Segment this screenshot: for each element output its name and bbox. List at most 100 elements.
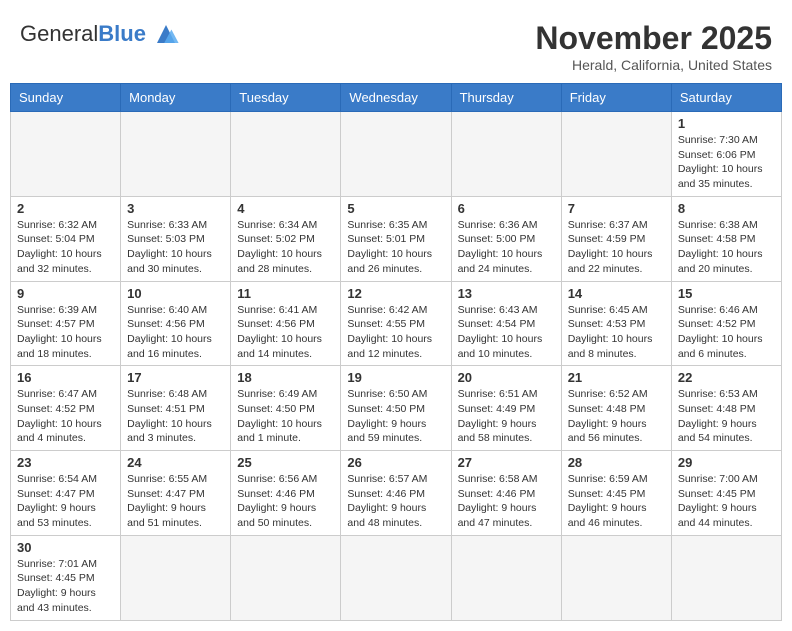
day-of-week-header: Thursday bbox=[451, 84, 561, 112]
day-info: Sunrise: 6:35 AM Sunset: 5:01 PM Dayligh… bbox=[347, 218, 444, 277]
day-number: 14 bbox=[568, 286, 665, 301]
day-of-week-header: Friday bbox=[561, 84, 671, 112]
day-info: Sunrise: 6:34 AM Sunset: 5:02 PM Dayligh… bbox=[237, 218, 334, 277]
calendar-day-cell bbox=[231, 112, 341, 197]
calendar-day-cell: 25 Sunrise: 6:56 AM Sunset: 4:46 PM Dayli… bbox=[231, 451, 341, 536]
day-info: Sunrise: 6:52 AM Sunset: 4:48 PM Dayligh… bbox=[568, 387, 665, 446]
calendar-day-cell: 15 Sunrise: 6:46 AM Sunset: 4:52 PM Dayli… bbox=[671, 281, 781, 366]
calendar-day-cell: 24Sunrise: 6:55 AM Sunset: 4:47 PM Dayli… bbox=[121, 451, 231, 536]
calendar-day-cell: 14 Sunrise: 6:45 AM Sunset: 4:53 PM Dayli… bbox=[561, 281, 671, 366]
calendar-day-cell: 7 Sunrise: 6:37 AM Sunset: 4:59 PM Daylig… bbox=[561, 196, 671, 281]
day-info: Sunrise: 6:39 AM Sunset: 4:57 PM Dayligh… bbox=[17, 303, 114, 362]
calendar-day-cell: 3 Sunrise: 6:33 AM Sunset: 5:03 PM Daylig… bbox=[121, 196, 231, 281]
day-info: Sunrise: 6:47 AM Sunset: 4:52 PM Dayligh… bbox=[17, 387, 114, 446]
day-number: 2 bbox=[17, 201, 114, 216]
day-info: Sunrise: 6:42 AM Sunset: 4:55 PM Dayligh… bbox=[347, 303, 444, 362]
day-number: 20 bbox=[458, 370, 555, 385]
day-info: Sunrise: 6:46 AM Sunset: 4:52 PM Dayligh… bbox=[678, 303, 775, 362]
calendar-day-cell: 8Sunrise: 6:38 AM Sunset: 4:58 PM Daylig… bbox=[671, 196, 781, 281]
calendar-day-cell: 9 Sunrise: 6:39 AM Sunset: 4:57 PM Daylig… bbox=[11, 281, 121, 366]
day-number: 13 bbox=[458, 286, 555, 301]
day-headers: SundayMondayTuesdayWednesdayThursdayFrid… bbox=[11, 84, 782, 112]
logo-text: GeneralBlue bbox=[20, 23, 146, 45]
calendar-day-cell: 4 Sunrise: 6:34 AM Sunset: 5:02 PM Daylig… bbox=[231, 196, 341, 281]
day-info: Sunrise: 6:33 AM Sunset: 5:03 PM Dayligh… bbox=[127, 218, 224, 277]
day-info: Sunrise: 7:00 AM Sunset: 4:45 PM Dayligh… bbox=[678, 472, 775, 531]
calendar-week-row: 1 Sunrise: 7:30 AM Sunset: 6:06 PM Daylig… bbox=[11, 112, 782, 197]
day-number: 26 bbox=[347, 455, 444, 470]
day-number: 9 bbox=[17, 286, 114, 301]
day-number: 22 bbox=[678, 370, 775, 385]
day-number: 27 bbox=[458, 455, 555, 470]
day-number: 23 bbox=[17, 455, 114, 470]
calendar-day-cell bbox=[11, 112, 121, 197]
day-info: Sunrise: 6:50 AM Sunset: 4:50 PM Dayligh… bbox=[347, 387, 444, 446]
day-number: 3 bbox=[127, 201, 224, 216]
calendar-week-row: 23Sunrise: 6:54 AM Sunset: 4:47 PM Dayli… bbox=[11, 451, 782, 536]
day-info: Sunrise: 6:53 AM Sunset: 4:48 PM Dayligh… bbox=[678, 387, 775, 446]
location: Herald, California, United States bbox=[535, 57, 772, 73]
calendar-week-row: 30 Sunrise: 7:01 AM Sunset: 4:45 PM Dayli… bbox=[11, 535, 782, 620]
day-number: 21 bbox=[568, 370, 665, 385]
day-number: 28 bbox=[568, 455, 665, 470]
calendar-week-row: 2 Sunrise: 6:32 AM Sunset: 5:04 PM Daylig… bbox=[11, 196, 782, 281]
day-number: 25 bbox=[237, 455, 334, 470]
calendar-day-cell: 21 Sunrise: 6:52 AM Sunset: 4:48 PM Dayli… bbox=[561, 366, 671, 451]
day-number: 11 bbox=[237, 286, 334, 301]
day-number: 1 bbox=[678, 116, 775, 131]
calendar-day-cell bbox=[121, 535, 231, 620]
day-number: 15 bbox=[678, 286, 775, 301]
day-info: Sunrise: 6:41 AM Sunset: 4:56 PM Dayligh… bbox=[237, 303, 334, 362]
day-of-week-header: Wednesday bbox=[341, 84, 451, 112]
day-info: Sunrise: 6:56 AM Sunset: 4:46 PM Dayligh… bbox=[237, 472, 334, 531]
day-info: Sunrise: 6:32 AM Sunset: 5:04 PM Dayligh… bbox=[17, 218, 114, 277]
calendar-day-cell: 16 Sunrise: 6:47 AM Sunset: 4:52 PM Dayli… bbox=[11, 366, 121, 451]
day-info: Sunrise: 6:45 AM Sunset: 4:53 PM Dayligh… bbox=[568, 303, 665, 362]
calendar-day-cell: 30 Sunrise: 7:01 AM Sunset: 4:45 PM Dayli… bbox=[11, 535, 121, 620]
logo: GeneralBlue bbox=[20, 20, 184, 48]
day-of-week-header: Sunday bbox=[11, 84, 121, 112]
day-info: Sunrise: 6:49 AM Sunset: 4:50 PM Dayligh… bbox=[237, 387, 334, 446]
calendar-day-cell bbox=[671, 535, 781, 620]
month-title: November 2025 bbox=[535, 20, 772, 57]
title-block: November 2025 Herald, California, United… bbox=[535, 20, 772, 73]
calendar-week-row: 16 Sunrise: 6:47 AM Sunset: 4:52 PM Dayli… bbox=[11, 366, 782, 451]
day-info: Sunrise: 7:01 AM Sunset: 4:45 PM Dayligh… bbox=[17, 557, 114, 616]
day-number: 8 bbox=[678, 201, 775, 216]
day-of-week-header: Monday bbox=[121, 84, 231, 112]
day-number: 17 bbox=[127, 370, 224, 385]
day-number: 16 bbox=[17, 370, 114, 385]
calendar-day-cell bbox=[451, 112, 561, 197]
calendar-table: SundayMondayTuesdayWednesdayThursdayFrid… bbox=[10, 83, 782, 621]
calendar-day-cell bbox=[341, 535, 451, 620]
day-info: Sunrise: 6:57 AM Sunset: 4:46 PM Dayligh… bbox=[347, 472, 444, 531]
day-of-week-header: Tuesday bbox=[231, 84, 341, 112]
day-number: 10 bbox=[127, 286, 224, 301]
day-info: Sunrise: 6:48 AM Sunset: 4:51 PM Dayligh… bbox=[127, 387, 224, 446]
day-number: 30 bbox=[17, 540, 114, 555]
calendar-day-cell: 5Sunrise: 6:35 AM Sunset: 5:01 PM Daylig… bbox=[341, 196, 451, 281]
day-number: 19 bbox=[347, 370, 444, 385]
day-number: 7 bbox=[568, 201, 665, 216]
calendar-week-row: 9 Sunrise: 6:39 AM Sunset: 4:57 PM Daylig… bbox=[11, 281, 782, 366]
calendar-body: 1 Sunrise: 7:30 AM Sunset: 6:06 PM Daylig… bbox=[11, 112, 782, 621]
calendar-day-cell bbox=[341, 112, 451, 197]
day-number: 4 bbox=[237, 201, 334, 216]
calendar-day-cell: 13Sunrise: 6:43 AM Sunset: 4:54 PM Dayli… bbox=[451, 281, 561, 366]
calendar-day-cell bbox=[231, 535, 341, 620]
calendar-day-cell: 17 Sunrise: 6:48 AM Sunset: 4:51 PM Dayli… bbox=[121, 366, 231, 451]
day-info: Sunrise: 6:36 AM Sunset: 5:00 PM Dayligh… bbox=[458, 218, 555, 277]
calendar-day-cell: 2 Sunrise: 6:32 AM Sunset: 5:04 PM Daylig… bbox=[11, 196, 121, 281]
day-info: Sunrise: 6:40 AM Sunset: 4:56 PM Dayligh… bbox=[127, 303, 224, 362]
day-number: 24 bbox=[127, 455, 224, 470]
day-number: 6 bbox=[458, 201, 555, 216]
calendar-day-cell: 18Sunrise: 6:49 AM Sunset: 4:50 PM Dayli… bbox=[231, 366, 341, 451]
calendar-day-cell: 29Sunrise: 7:00 AM Sunset: 4:45 PM Dayli… bbox=[671, 451, 781, 536]
calendar-day-cell bbox=[561, 112, 671, 197]
calendar-day-cell bbox=[451, 535, 561, 620]
day-info: Sunrise: 6:59 AM Sunset: 4:45 PM Dayligh… bbox=[568, 472, 665, 531]
calendar-header-row: SundayMondayTuesdayWednesdayThursdayFrid… bbox=[11, 84, 782, 112]
day-info: Sunrise: 6:37 AM Sunset: 4:59 PM Dayligh… bbox=[568, 218, 665, 277]
day-info: Sunrise: 7:30 AM Sunset: 6:06 PM Dayligh… bbox=[678, 133, 775, 192]
calendar-header: GeneralBlue November 2025 Herald, Califo… bbox=[10, 10, 782, 78]
